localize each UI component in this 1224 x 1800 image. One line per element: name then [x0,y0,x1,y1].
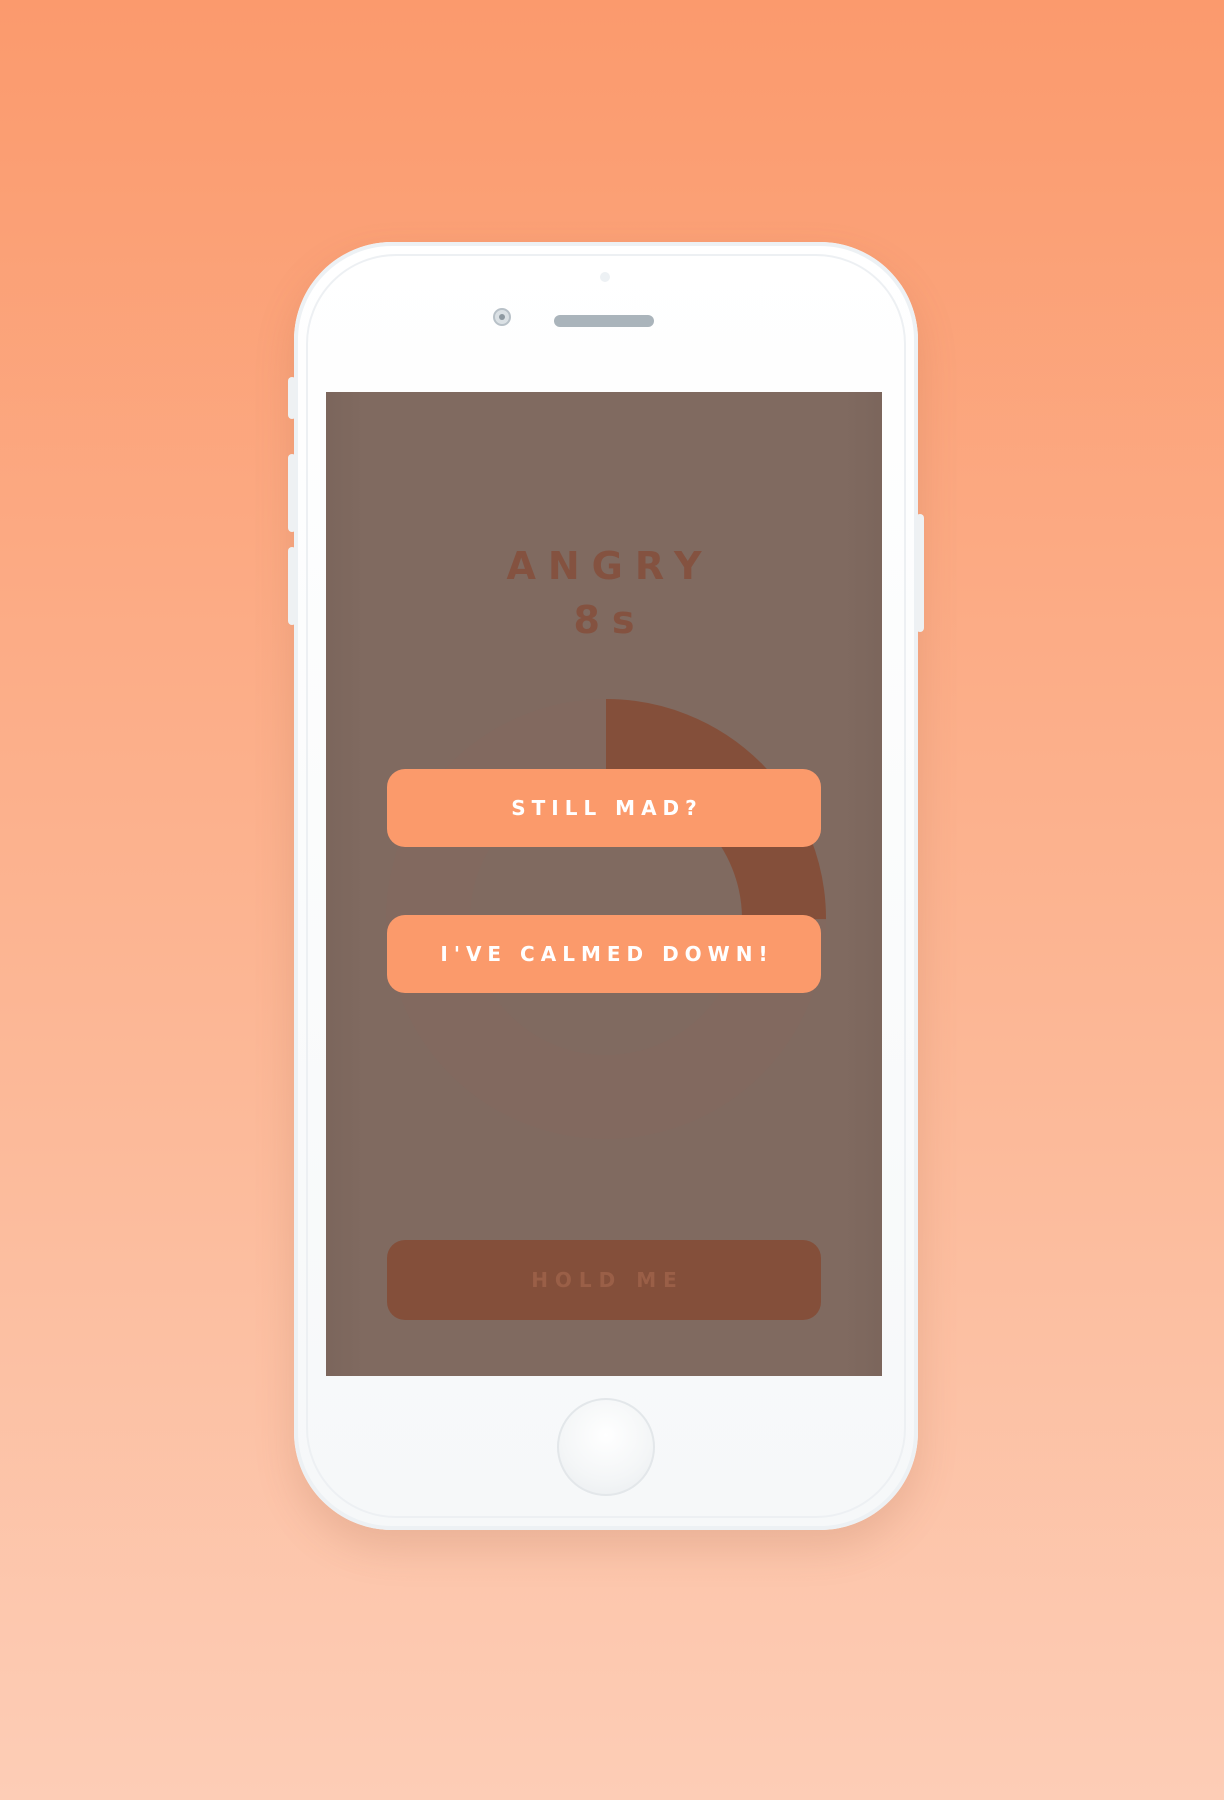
sensor-dot [600,272,610,282]
calmed-down-button[interactable]: I'VE CALMED DOWN! [387,915,821,993]
app-screen: ANGRY 8s STILL MAD? I'VE CALMED DOWN! HO… [326,392,882,1376]
left-side-key-middle [288,454,296,532]
camera-icon [493,308,511,326]
right-side-key [916,514,924,632]
home-button-icon[interactable] [557,1398,655,1496]
speaker-icon [554,315,654,327]
left-side-key-top [288,377,296,419]
emotion-title: ANGRY [506,544,714,588]
still-mad-button[interactable]: STILL MAD? [387,769,821,847]
timer-label: 8s [573,598,647,642]
hold-me-button[interactable]: HOLD ME [387,1240,821,1320]
left-side-key-bottom [288,547,296,625]
phone-frame: ANGRY 8s STILL MAD? I'VE CALMED DOWN! HO… [288,242,924,1530]
